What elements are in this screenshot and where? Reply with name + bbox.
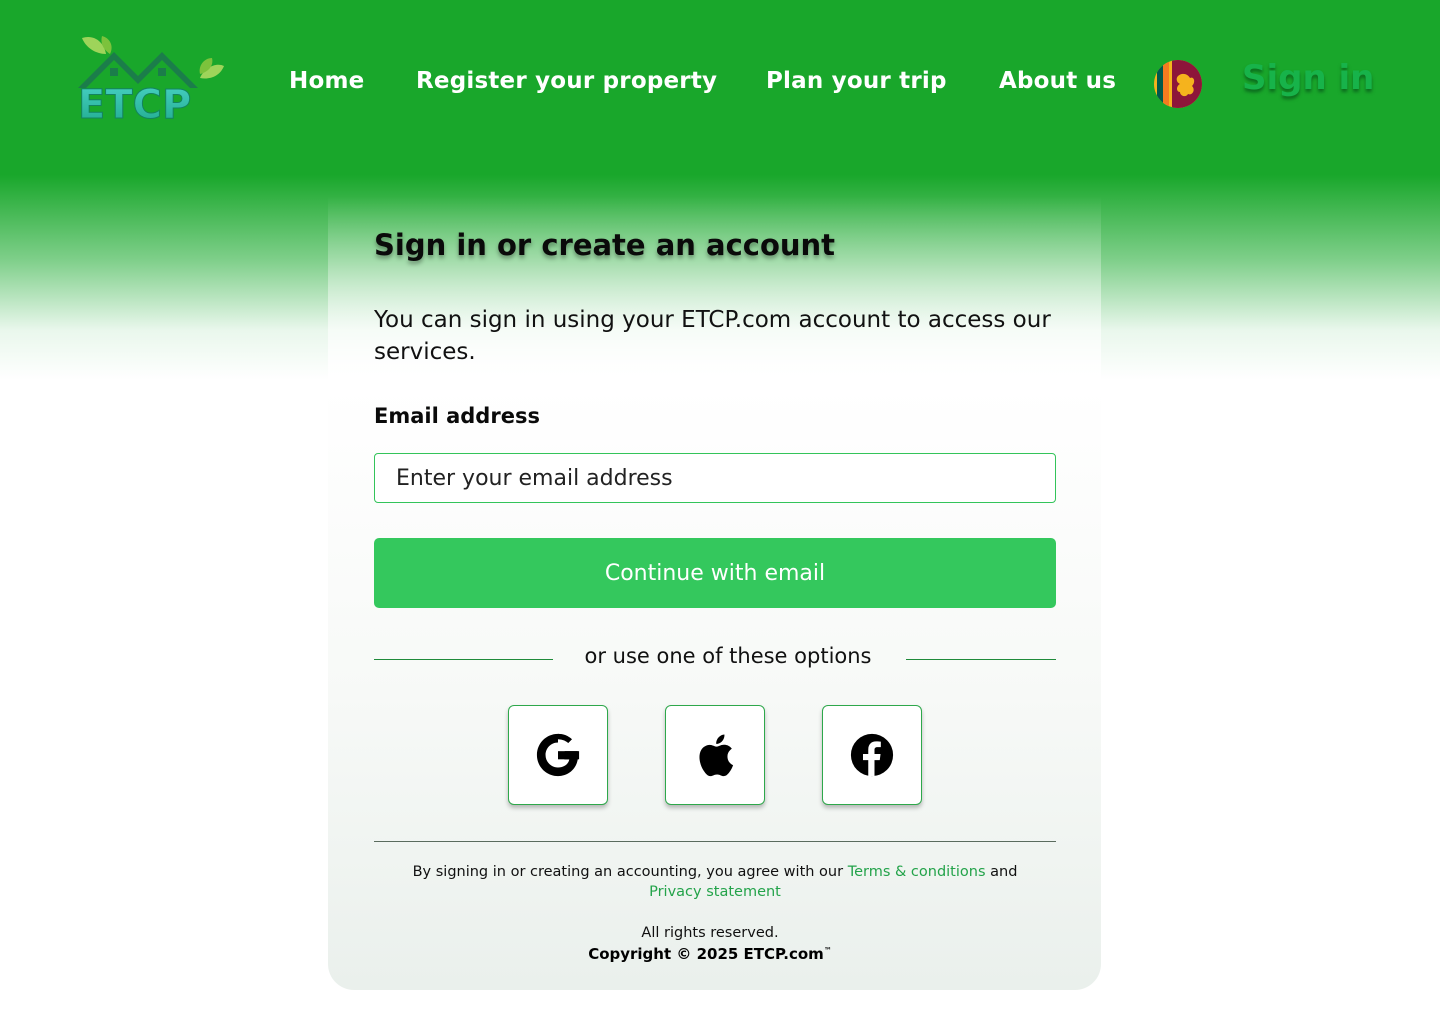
terms-and: and [990, 864, 1018, 880]
google-icon [536, 733, 580, 777]
language-flag-icon[interactable] [1154, 60, 1202, 108]
site-header: ETCP Home Register your property Plan yo… [0, 0, 1440, 170]
divider-right [906, 659, 1056, 660]
apple-icon [699, 734, 734, 777]
nav-home[interactable]: Home [289, 68, 364, 94]
continue-with-email-button[interactable]: Continue with email [374, 538, 1056, 608]
rights-text: All rights reserved. [641, 925, 779, 941]
terms-prefix: By signing in or creating an accounting,… [412, 864, 844, 880]
divider-text: or use one of these options [584, 644, 872, 668]
sri-lanka-flag-icon [1154, 60, 1202, 108]
page: ETCP Home Register your property Plan yo… [0, 0, 1440, 1024]
logo-text: ETCP [78, 82, 191, 124]
nav-plan-trip[interactable]: Plan your trip [766, 68, 947, 94]
email-label: Email address [374, 404, 540, 428]
trademark-symbol: ™ [823, 946, 832, 955]
footer-divider [374, 841, 1056, 842]
facebook-icon [850, 733, 894, 777]
divider-left [374, 659, 553, 660]
signin-description: You can sign in using your ETCP.com acco… [374, 307, 1051, 365]
apple-signin-button[interactable] [665, 705, 765, 805]
etcp-logo-graphic: ETCP [78, 36, 224, 129]
copyright-text: Copyright © 2025 ETCP.com™ [374, 945, 1046, 963]
email-input[interactable] [374, 453, 1056, 503]
facebook-signin-button[interactable] [822, 705, 922, 805]
etcp-logo[interactable]: ETCP [76, 32, 228, 129]
nav-about-us[interactable]: About us [999, 68, 1116, 94]
terms-link[interactable]: Terms & conditions [848, 864, 986, 880]
signin-card: Sign in or create an account You can sig… [328, 196, 1101, 990]
copyright-label: Copyright © 2025 ETCP.com [588, 945, 824, 963]
sign-in-link[interactable]: Sign in [1242, 58, 1374, 98]
page-title: Sign in or create an account [374, 228, 836, 262]
terms-text: By signing in or creating an accounting,… [374, 862, 1056, 902]
google-signin-button[interactable] [508, 705, 608, 805]
nav-register-property[interactable]: Register your property [416, 68, 717, 94]
privacy-link[interactable]: Privacy statement [649, 884, 781, 900]
